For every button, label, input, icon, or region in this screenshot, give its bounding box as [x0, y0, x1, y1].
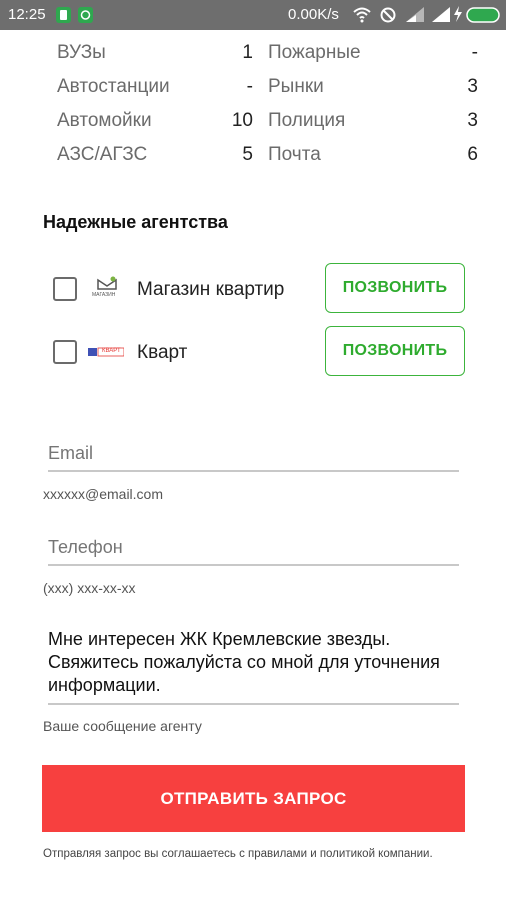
agencies-title: Надежные агентства [43, 212, 228, 232]
logo-text: КВАРТ [102, 348, 121, 354]
stat-value: 6 [467, 144, 478, 165]
phone-field[interactable] [48, 537, 459, 566]
message-field[interactable]: Мне интересен ЖК Кремлевские звезды. Свя… [48, 628, 459, 705]
stat-label: Почта [268, 144, 321, 165]
kvart-logo: КВАРТ [88, 345, 125, 357]
stat-value: - [246, 76, 253, 97]
stat-label: Пожарные [268, 42, 361, 63]
logo-text: МАГАЗИН [92, 292, 116, 298]
stat-label: АЗС/АГЗС [57, 144, 148, 165]
agency-name: Магазин квартир [137, 279, 285, 300]
stat-value: - [471, 42, 478, 63]
email-field[interactable] [48, 443, 459, 472]
call-button[interactable]: ПОЗВОНИТЬ [325, 263, 465, 313]
charging-icon [452, 4, 464, 29]
stat-value: 1 [242, 42, 253, 63]
stat-label: Рынки [268, 76, 324, 97]
status-bar: 12:25 0.00K/s [0, 0, 506, 30]
stat-value: 10 [231, 110, 253, 131]
stat-label: Полиция [268, 110, 346, 131]
terms-text: Отправляя запрос вы соглашаетесь с прави… [43, 848, 433, 860]
stat-value: 3 [467, 110, 478, 131]
stat-label: Автомойки [57, 110, 152, 131]
battery-saver-icon [56, 7, 71, 23]
email-helper: xxxxxx@email.com [43, 486, 164, 502]
network-speed: 0.00K/s [288, 6, 339, 23]
battery-icon [466, 7, 502, 28]
wifi-icon [352, 4, 372, 29]
stat-value: 3 [467, 76, 478, 97]
agency-checkbox[interactable] [53, 277, 77, 301]
stat-label: Автостанции [57, 76, 170, 97]
mute-icon [378, 4, 398, 29]
phone-helper: (xxx) xxx-xx-xx [43, 580, 136, 596]
android-icon [78, 7, 93, 23]
stat-label: ВУЗы [57, 42, 106, 63]
submit-request-button[interactable]: ОТПРАВИТЬ ЗАПРОС [42, 765, 465, 832]
magazin-kvartir-logo: МАГАЗИН [92, 274, 122, 304]
call-button[interactable]: ПОЗВОНИТЬ [325, 326, 465, 376]
status-time: 12:25 [8, 6, 46, 23]
signal-icon-2 [430, 4, 452, 29]
message-helper: Ваше сообщение агенту [43, 718, 202, 734]
agency-checkbox[interactable] [53, 340, 77, 364]
stat-value: 5 [242, 144, 253, 165]
agency-name: Кварт [137, 342, 188, 363]
signal-icon [404, 4, 426, 29]
